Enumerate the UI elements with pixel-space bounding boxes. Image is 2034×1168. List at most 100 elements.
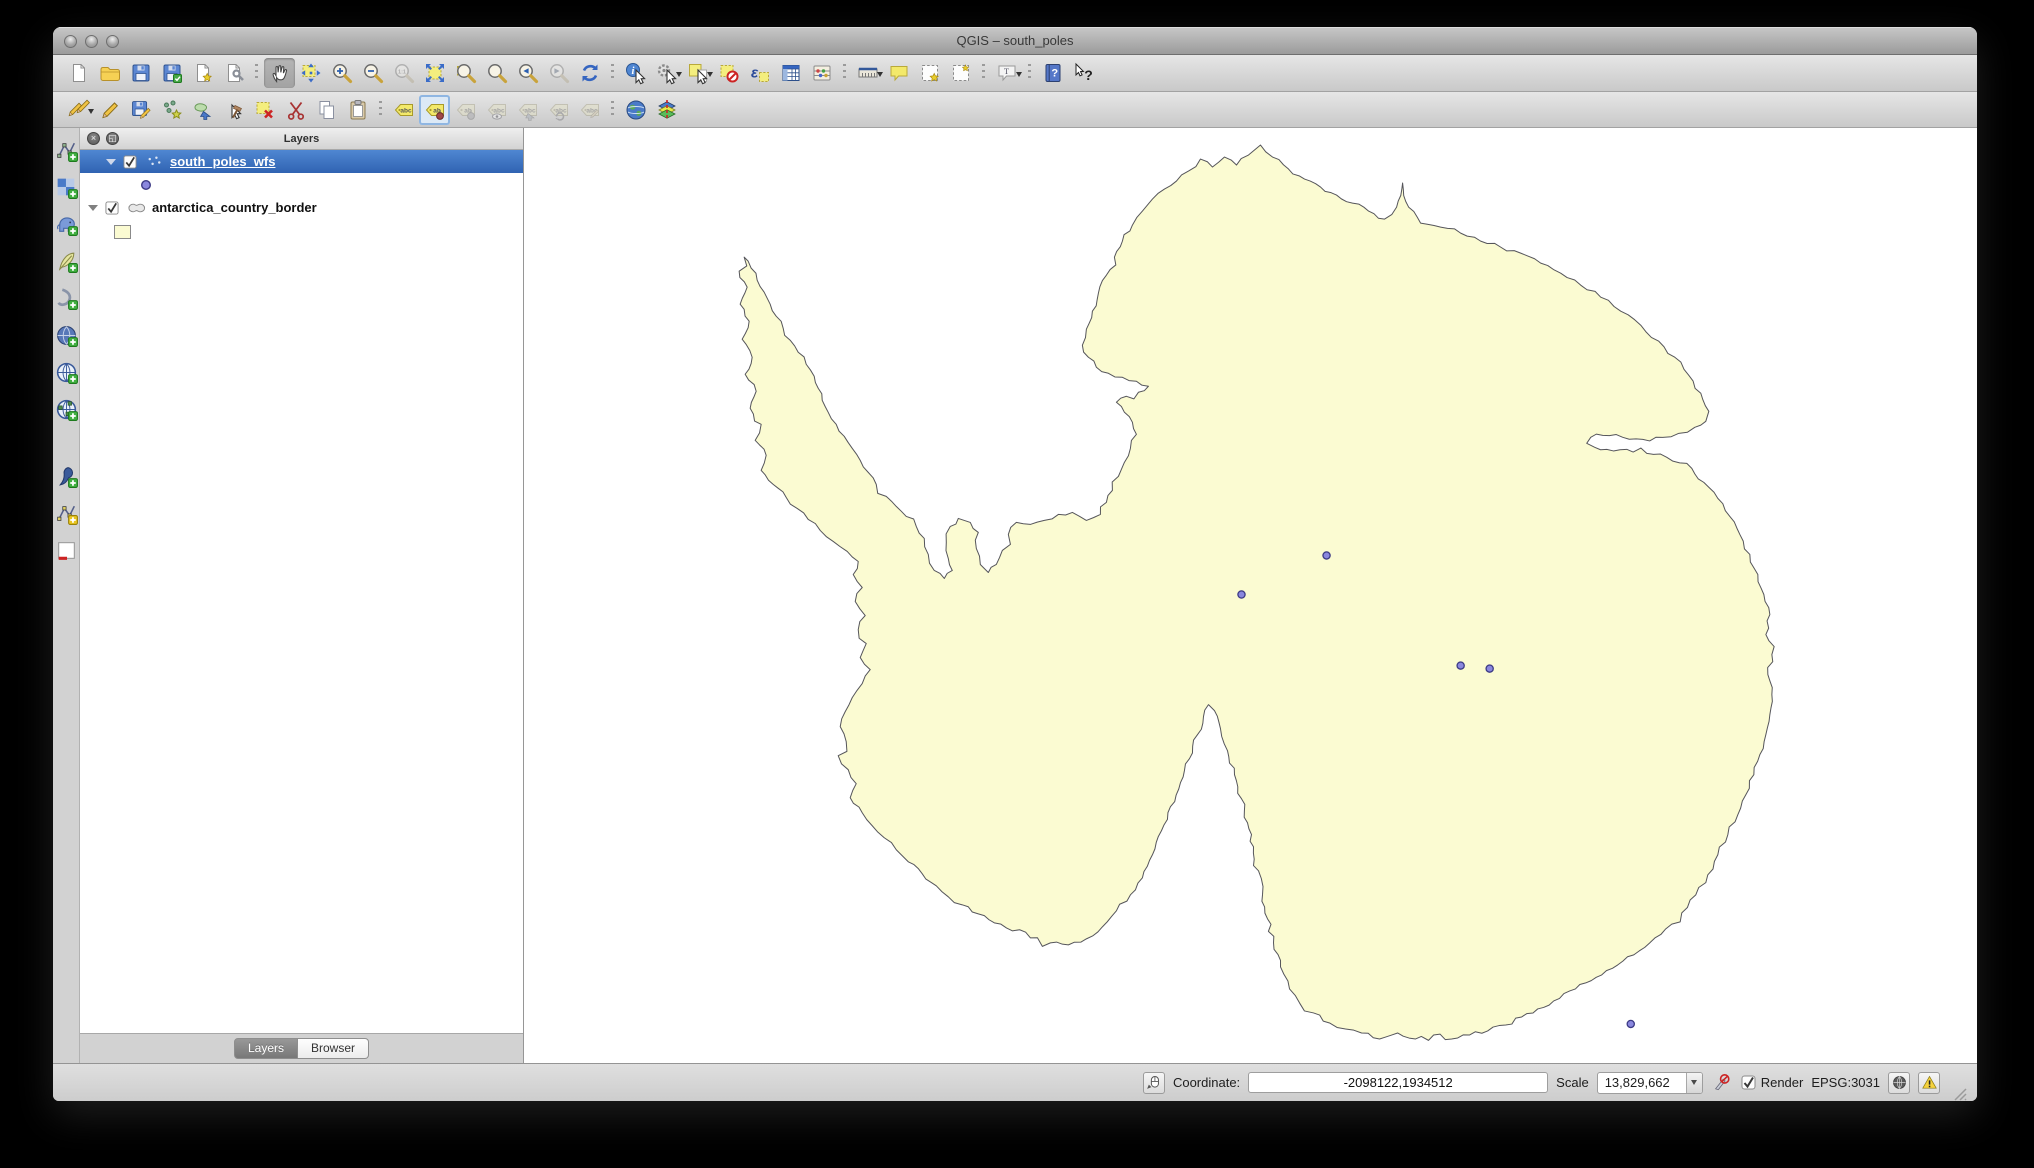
title-bar[interactable]: QGIS – south_poles [53, 27, 1977, 55]
paste-features-button[interactable] [342, 95, 373, 125]
scale-combo-arrow-icon[interactable] [1685, 1072, 1702, 1093]
web-plugin-button[interactable] [620, 95, 651, 125]
current-edits-button[interactable] [63, 95, 94, 125]
open-attribute-table-button[interactable] [775, 58, 806, 88]
move-label-button: abc [512, 95, 543, 125]
add-vector-layer-button[interactable] [54, 138, 79, 163]
move-feature-button[interactable] [187, 95, 218, 125]
add-spatialite-layer-button[interactable] [54, 249, 79, 274]
layers-plugin-icon [657, 99, 676, 120]
cut-features-button[interactable] [280, 95, 311, 125]
zoom-in-button[interactable] [326, 58, 357, 88]
new-shapefile-layer-button[interactable] [54, 501, 79, 526]
run-feature-action-button[interactable] [651, 58, 682, 88]
add-mssql-layer-icon [56, 288, 78, 310]
expand-triangle-icon[interactable] [88, 204, 98, 211]
deselect-features-button[interactable] [713, 58, 744, 88]
new-bookmark-icon [921, 65, 939, 82]
coordinate-input[interactable] [1248, 1072, 1549, 1093]
render-checkbox[interactable]: Render [1741, 1075, 1803, 1090]
stop-rendering-icon[interactable] [1711, 1072, 1733, 1094]
pan-map-button[interactable] [264, 58, 295, 88]
messages-button[interactable] [1918, 1071, 1940, 1094]
select-features-button[interactable] [682, 58, 713, 88]
whats-this-button[interactable]: ? [1068, 58, 1099, 88]
wfs-point-feature [1237, 590, 1246, 599]
pin-labels-button[interactable]: ab [419, 94, 450, 125]
new-project-button[interactable] [63, 58, 94, 88]
layer-checkbox[interactable] [123, 154, 137, 169]
map-tips-button[interactable] [883, 58, 914, 88]
scale-combo[interactable]: 13,829,662 [1596, 1071, 1703, 1094]
polygon-symbol[interactable] [114, 225, 131, 239]
add-postgis-layer-button[interactable] [54, 212, 79, 237]
layer-checkbox[interactable] [105, 200, 119, 215]
close-window-button[interactable] [64, 35, 77, 48]
add-feature-icon [163, 100, 182, 119]
open-project-button[interactable] [94, 58, 125, 88]
layer-row-antarctica_country_border[interactable]: antarctica_country_border [80, 196, 523, 219]
composer-manager-button[interactable] [218, 58, 249, 88]
web-plugin-icon [626, 100, 645, 119]
resize-grip[interactable] [1952, 1086, 1967, 1101]
zoom-full-button[interactable] [419, 58, 450, 88]
select-by-expression-button[interactable]: ε [744, 58, 775, 88]
zoom-next-button [543, 58, 574, 88]
refresh-map-button[interactable] [574, 58, 605, 88]
save-edits-button[interactable] [125, 95, 156, 125]
move-label-icon: abc [518, 103, 537, 121]
tab-browser[interactable]: Browser [298, 1038, 370, 1059]
save-project-as-button[interactable] [156, 58, 187, 88]
zoom-to-layer-button[interactable] [481, 58, 512, 88]
pan-to-selection-button[interactable] [295, 58, 326, 88]
show-bookmarks-button[interactable] [945, 58, 976, 88]
save-project-button[interactable] [125, 58, 156, 88]
panel-close-icon[interactable]: × [87, 132, 100, 145]
panel-detach-icon[interactable]: ◱ [106, 132, 119, 145]
scale-label: Scale [1556, 1075, 1589, 1090]
add-delimited-text-layer-button[interactable] [54, 464, 79, 489]
layer-row-south_poles_wfs[interactable]: south_poles_wfs [80, 150, 523, 173]
minimize-window-button[interactable] [85, 35, 98, 48]
measure-button[interactable] [852, 58, 883, 88]
map-canvas[interactable] [524, 128, 1977, 1063]
remove-layer-button[interactable] [54, 538, 79, 563]
text-annotation-dropdown-icon[interactable] [1016, 72, 1022, 77]
toggle-editing-button[interactable] [94, 95, 125, 125]
zoom-out-button[interactable] [357, 58, 388, 88]
svg-text:abc: abc [524, 107, 536, 114]
zoom-window-button[interactable] [106, 35, 119, 48]
point-symbol[interactable] [140, 179, 152, 191]
zoom-last-button[interactable] [512, 58, 543, 88]
delete-selected-button[interactable] [249, 95, 280, 125]
add-feature-button[interactable] [156, 95, 187, 125]
layers-plugin-button[interactable] [651, 95, 682, 125]
text-annotation-button[interactable]: T [991, 58, 1022, 88]
add-wfs-layer-button[interactable] [54, 397, 79, 422]
zoom-in-icon [332, 64, 352, 84]
layers-panel-title: Layers [283, 132, 320, 145]
zoom-native-icon: 1:1 [394, 64, 414, 84]
zoom-native-button: 1:1 [388, 58, 419, 88]
add-wms-layer-button[interactable] [54, 360, 79, 385]
help-contents-button[interactable]: ? [1037, 58, 1068, 88]
field-calculator-button[interactable] [806, 58, 837, 88]
zoom-next-icon [549, 64, 569, 84]
add-mssql-layer-button[interactable] [54, 286, 79, 311]
save-edits-icon [131, 100, 151, 119]
copy-features-button[interactable] [311, 95, 342, 125]
node-tool-button[interactable] [218, 95, 249, 125]
identify-features-button[interactable]: i [620, 58, 651, 88]
labeling-button[interactable]: abc [388, 95, 419, 125]
tab-layers[interactable]: Layers [233, 1038, 298, 1059]
add-raster-layer-button[interactable] [54, 175, 79, 200]
add-wfs-layer-icon [56, 399, 78, 421]
expand-triangle-icon[interactable] [106, 158, 116, 165]
identify-features-icon: i [625, 63, 646, 85]
crs-status-button[interactable] [1888, 1071, 1910, 1094]
new-print-composer-button[interactable] [187, 58, 218, 88]
add-oracle-layer-button[interactable] [54, 323, 79, 348]
zoom-to-selection-button[interactable] [450, 58, 481, 88]
toggle-extents-button[interactable] [1142, 1071, 1165, 1094]
new-bookmark-button[interactable] [914, 58, 945, 88]
